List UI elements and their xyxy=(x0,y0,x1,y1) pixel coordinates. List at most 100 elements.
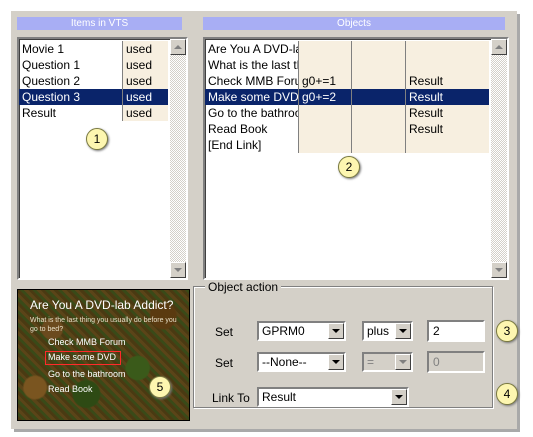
set2-operator-select: = xyxy=(362,352,413,372)
object-list-item[interactable]: What is the last thin xyxy=(205,57,489,73)
set2-label: Set xyxy=(215,356,234,370)
object-action-label: Object action xyxy=(205,280,282,294)
object-action: g0+=2 xyxy=(302,90,337,104)
column-divider xyxy=(351,41,352,153)
set1-operator-value: plus xyxy=(367,324,390,338)
object-list-item[interactable]: Are You A DVD-lab xyxy=(205,41,489,57)
vts-item-name: Question 1 xyxy=(22,58,81,72)
object-link xyxy=(406,57,489,73)
object-extra xyxy=(352,121,406,137)
object-list-item[interactable]: Check MMB Forumg0+=1 Result xyxy=(205,73,489,89)
object-action xyxy=(299,137,352,153)
set1-label: Set xyxy=(215,325,234,339)
object-name: Check MMB Forum xyxy=(208,74,299,88)
vts-item-status: used xyxy=(123,57,168,73)
object-action xyxy=(299,105,352,121)
object-name: Read Book xyxy=(208,122,268,136)
preview-selection-box xyxy=(45,351,121,365)
object-action: g0+=1 xyxy=(299,73,352,89)
chevron-down-icon xyxy=(399,329,407,333)
preview-subtitle: What is the last thing you usually do be… xyxy=(30,317,177,333)
chevron-down-icon xyxy=(332,329,340,333)
chevron-down-icon xyxy=(395,395,403,399)
vts-list-item[interactable]: Movie 1 used xyxy=(19,41,168,57)
object-extra xyxy=(352,137,406,153)
set1-value-field[interactable]: 2 xyxy=(427,320,485,342)
vts-items-list[interactable]: Movie 1 used Question 1 used Question 2 used Q… xyxy=(17,37,188,280)
vts-item-name: Question 3 xyxy=(22,90,81,104)
object-name: [End Link] xyxy=(208,138,262,152)
object-extra xyxy=(352,73,406,89)
arrow-up-icon xyxy=(495,45,503,49)
column-divider xyxy=(405,41,406,153)
object-link xyxy=(406,137,489,153)
set1-register-select[interactable]: GPRM0 xyxy=(257,321,346,341)
vts-list-item[interactable]: Question 3 used xyxy=(19,89,168,105)
object-name: What is the last thin xyxy=(208,58,299,72)
object-extra xyxy=(352,105,406,121)
column-divider xyxy=(122,41,123,121)
objects-list-scrollbar[interactable] xyxy=(491,39,507,278)
object-action xyxy=(299,41,352,57)
vts-list-item[interactable]: Question 1 used xyxy=(19,57,168,73)
preview-item: Check MMB Forum xyxy=(48,337,126,347)
dropdown-button[interactable] xyxy=(328,323,344,339)
object-action xyxy=(299,57,352,73)
object-action xyxy=(299,121,352,137)
vts-item-status: used xyxy=(123,41,168,57)
chevron-down-icon xyxy=(332,360,340,364)
vts-list-item[interactable]: Question 2 used xyxy=(19,73,168,89)
callout-badge-5: 5 xyxy=(149,376,171,398)
vts-item-status: used xyxy=(123,105,168,121)
vts-item-name: Question 2 xyxy=(22,74,81,88)
object-list-item[interactable]: Go to the bathroom Result xyxy=(205,105,489,121)
set1-register-value: GPRM0 xyxy=(262,324,305,338)
arrow-down-icon xyxy=(174,268,182,272)
object-link: Result xyxy=(406,121,489,137)
object-extra xyxy=(352,57,406,73)
set1-operator-select[interactable]: plus xyxy=(362,321,413,341)
link-to-label: Link To xyxy=(212,391,250,405)
set2-register-value: --None-- xyxy=(262,355,307,369)
object-extra xyxy=(352,41,406,57)
object-link: Result xyxy=(406,105,489,121)
dropdown-button[interactable] xyxy=(395,323,411,339)
vts-item-name: Result xyxy=(22,106,57,120)
dropdown-button[interactable] xyxy=(391,389,407,405)
callout-badge-2: 2 xyxy=(338,156,360,178)
object-name: Go to the bathroom xyxy=(208,106,299,120)
object-name: Are You A DVD-lab xyxy=(208,42,299,56)
scroll-up-button[interactable] xyxy=(491,39,507,55)
vts-item-name: Movie 1 xyxy=(22,42,65,56)
object-list-item[interactable]: [End Link] xyxy=(205,137,489,153)
link-to-value: Result xyxy=(262,390,297,404)
scroll-up-button[interactable] xyxy=(170,39,186,55)
dropdown-button[interactable] xyxy=(328,354,344,370)
vts-list-item[interactable]: Result used xyxy=(19,105,168,121)
object-link xyxy=(406,41,489,57)
scroll-down-button[interactable] xyxy=(170,262,186,278)
column-divider xyxy=(298,41,299,153)
scroll-down-button[interactable] xyxy=(491,262,507,278)
link-to-select[interactable]: Result xyxy=(257,387,409,407)
chevron-down-icon xyxy=(399,360,407,364)
menu-preview-thumbnail: Are You A DVD-lab Addict? What is the la… xyxy=(17,289,190,421)
set2-register-select[interactable]: --None-- xyxy=(257,352,346,372)
arrow-down-icon xyxy=(495,268,503,272)
preview-item: Go to the bathroom xyxy=(48,369,126,379)
object-list-item[interactable]: Make some DVD g0+=2 Result xyxy=(205,89,489,105)
object-list-item[interactable]: Read Book Result xyxy=(205,121,489,137)
callout-badge-1: 1 xyxy=(86,128,108,150)
vts-list-scrollbar[interactable] xyxy=(170,39,186,278)
vts-item-status: used xyxy=(126,90,153,104)
object-extra xyxy=(352,89,406,105)
dropdown-button xyxy=(395,354,411,370)
preview-item: Read Book xyxy=(48,384,93,394)
callout-badge-3: 3 xyxy=(496,320,518,342)
object-name: Make some DVD xyxy=(208,90,299,104)
object-link: Result xyxy=(406,73,489,89)
set2-operator-value: = xyxy=(367,355,375,369)
set2-value-field: 0 xyxy=(427,351,485,373)
objects-header: Objects xyxy=(203,17,505,30)
vts-item-status: used xyxy=(123,73,168,89)
